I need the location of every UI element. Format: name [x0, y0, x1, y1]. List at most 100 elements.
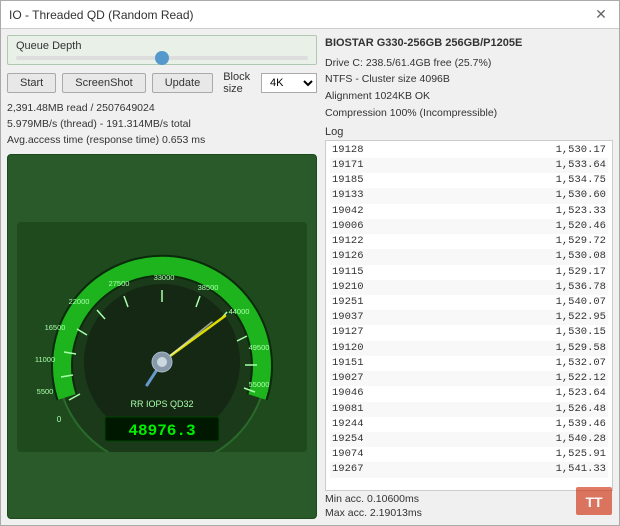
log-num: 19120	[332, 341, 382, 356]
log-num: 19267	[332, 462, 382, 477]
log-num: 19171	[332, 158, 382, 173]
log-num: 19133	[332, 188, 382, 203]
log-num: 19251	[332, 295, 382, 310]
log-footer-min: Min acc. 0.10600ms	[325, 493, 613, 505]
log-val: 1,532.07	[556, 356, 606, 371]
log-row: 19267 1,541.33	[330, 462, 608, 477]
queue-depth-section: Queue Depth	[7, 35, 317, 65]
log-val: 1,529.58	[556, 341, 606, 356]
log-row: 190271,522.12	[330, 371, 608, 386]
log-row: 19185 1,534.75	[330, 173, 608, 188]
log-row: 19171 1,533.64	[330, 158, 608, 173]
log-num: 19128	[332, 143, 382, 158]
gauge-container: 0 5500 11000 16500 22000 27500 33000 385…	[7, 154, 317, 519]
log-row: 192441,539.46	[330, 417, 608, 432]
log-num: 19122	[332, 234, 382, 249]
start-button[interactable]: Start	[7, 73, 56, 93]
controls-row: Start ScreenShot Update Block size 4K 51…	[7, 71, 317, 95]
drive-info-line2: NTFS - Cluster size 4096B	[325, 71, 613, 88]
log-row: 191271,530.15	[330, 325, 608, 340]
log-val: 1,540.28	[556, 432, 606, 447]
log-row: 19042 1,523.33	[330, 204, 608, 219]
svg-text:22000: 22000	[69, 297, 90, 306]
log-num: 19115	[332, 265, 382, 280]
svg-text:33000: 33000	[154, 273, 175, 282]
right-panel: BIOSTAR G330-256GB 256GB/P1205E Drive C:…	[325, 35, 613, 519]
log-row: 19151 1,532.07	[330, 356, 608, 371]
log-num: 19042	[332, 204, 382, 219]
log-val: 1,541.33	[556, 462, 606, 477]
log-num: 19185	[332, 173, 382, 188]
log-section: Log 191281,530.1719171 1,533.64 19185 1,534…	[325, 126, 613, 519]
log-num: 19127	[332, 325, 382, 340]
log-num: 19126	[332, 249, 382, 264]
drive-info-title: BIOSTAR G330-256GB 256GB/P1205E	[325, 35, 613, 53]
log-val: 1,534.75	[556, 173, 606, 188]
log-row: 191281,530.17	[330, 143, 608, 158]
window-title: IO - Threaded QD (Random Read)	[9, 8, 194, 22]
drive-info: BIOSTAR G330-256GB 256GB/P1205E Drive C:…	[325, 35, 613, 122]
log-val: 1,523.33	[556, 204, 606, 219]
log-val: 1,520.46	[556, 219, 606, 234]
log-row: 19254 1,540.28	[330, 432, 608, 447]
stats-section: 2,391.48MB read / 2507649024 5.979MB/s (…	[7, 101, 317, 148]
left-panel: Queue Depth Start ScreenShot Update Bloc…	[7, 35, 317, 519]
log-num: 19074	[332, 447, 382, 462]
drive-info-line4: Compression 100% (Incompressible)	[325, 105, 613, 122]
content-area: Queue Depth Start ScreenShot Update Bloc…	[1, 29, 619, 525]
log-label: Log	[325, 126, 613, 138]
log-val: 1,523.64	[556, 386, 606, 401]
log-val: 1,526.48	[556, 402, 606, 417]
stats-line1: 2,391.48MB read / 2507649024	[7, 101, 317, 117]
log-footer-max: Max acc. 2.19013ms	[325, 507, 613, 519]
log-num: 19254	[332, 432, 382, 447]
svg-text:44000: 44000	[229, 307, 250, 316]
block-size-label: Block size	[223, 71, 255, 95]
log-val: 1,533.64	[556, 158, 606, 173]
log-row: 19122 1,529.72	[330, 234, 608, 249]
drive-info-line1: Drive C: 238.5/61.4GB free (25.7%)	[325, 55, 613, 72]
log-val: 1,530.60	[556, 188, 606, 203]
log-row: 190371,522.95	[330, 310, 608, 325]
svg-text:38500: 38500	[198, 283, 219, 292]
log-val: 1,539.46	[556, 417, 606, 432]
close-button[interactable]: ✕	[591, 5, 611, 25]
queue-depth-slider[interactable]	[16, 56, 308, 60]
main-window: IO - Threaded QD (Random Read) ✕ Queue D…	[0, 0, 620, 526]
gauge-svg: 0 5500 11000 16500 22000 27500 33000 385…	[17, 222, 307, 452]
log-val: 1,522.95	[556, 310, 606, 325]
block-size-select[interactable]: 4K 512B 1K 2K 8K 16K	[261, 73, 317, 93]
svg-text:TT: TT	[585, 494, 603, 510]
slider-container	[16, 56, 308, 60]
screenshot-button[interactable]: ScreenShot	[62, 73, 145, 93]
log-num: 19210	[332, 280, 382, 295]
update-button[interactable]: Update	[152, 73, 213, 93]
svg-text:5500: 5500	[37, 387, 54, 396]
log-val: 1,529.72	[556, 234, 606, 249]
log-val: 1,525.91	[556, 447, 606, 462]
svg-text:16500: 16500	[45, 323, 66, 332]
svg-text:49500: 49500	[249, 343, 270, 352]
svg-text:55000: 55000	[249, 380, 270, 389]
log-num: 19046	[332, 386, 382, 401]
log-row: 19046 1,523.64	[330, 386, 608, 401]
log-content[interactable]: 191281,530.17191711,533.64191851,534.751…	[325, 140, 613, 491]
log-num: 19081	[332, 402, 382, 417]
log-row: 19126 1,530.08	[330, 249, 608, 264]
svg-text:27500: 27500	[109, 279, 130, 288]
svg-text:0: 0	[57, 415, 62, 424]
log-num: 19006	[332, 219, 382, 234]
log-val: 1,529.17	[556, 265, 606, 280]
drive-info-line3: Alignment 1024KB OK	[325, 88, 613, 105]
svg-text:11000: 11000	[35, 355, 55, 364]
log-num: 19151	[332, 356, 382, 371]
log-val: 1,530.08	[556, 249, 606, 264]
title-bar: IO - Threaded QD (Random Read) ✕	[1, 1, 619, 29]
svg-text:48976.3: 48976.3	[128, 422, 195, 440]
svg-text:RR IOPS QD32: RR IOPS QD32	[130, 399, 193, 409]
log-row: 19074 1,525.91	[330, 447, 608, 462]
log-row: 192511,540.07	[330, 295, 608, 310]
stats-line3: Avg.access time (response time) 0.653 ms	[7, 133, 317, 149]
log-row: 19006 1,520.46	[330, 219, 608, 234]
log-num: 19027	[332, 371, 382, 386]
